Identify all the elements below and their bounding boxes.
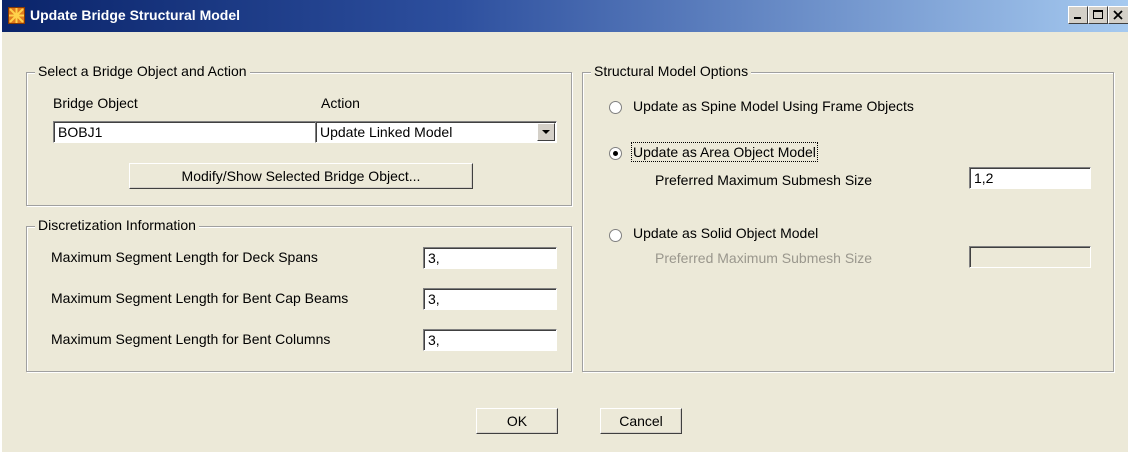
area-object-model-radio[interactable] bbox=[609, 147, 622, 160]
bent-columns-input[interactable]: 3, bbox=[423, 329, 557, 351]
action-label: Action bbox=[321, 95, 360, 111]
solid-object-model-radio[interactable] bbox=[609, 229, 622, 242]
window-title: Update Bridge Structural Model bbox=[30, 7, 241, 23]
solid-submesh-label: Preferred Maximum Submesh Size bbox=[655, 250, 873, 266]
bent-cap-beams-label: Maximum Segment Length for Bent Cap Beam… bbox=[51, 290, 349, 306]
structural-model-options-title: Structural Model Options bbox=[591, 63, 752, 79]
select-bridge-group: Select a Bridge Object and Action Bridge… bbox=[26, 63, 572, 206]
ok-button[interactable]: OK bbox=[476, 408, 558, 434]
deck-spans-label: Maximum Segment Length for Deck Spans bbox=[51, 249, 318, 265]
action-value: Update Linked Model bbox=[320, 124, 453, 140]
bridge-object-value: BOBJ1 bbox=[58, 124, 103, 140]
discretization-group-title: Discretization Information bbox=[35, 217, 199, 233]
area-submesh-label: Preferred Maximum Submesh Size bbox=[655, 172, 873, 188]
action-dropdown-button[interactable] bbox=[537, 123, 555, 141]
minimize-icon bbox=[1074, 17, 1081, 19]
discretization-group: Discretization Information Maximum Segme… bbox=[26, 217, 572, 372]
minimize-button[interactable] bbox=[1068, 6, 1088, 24]
modify-show-bridge-object-button[interactable]: Modify/Show Selected Bridge Object... bbox=[129, 163, 473, 189]
bent-columns-label: Maximum Segment Length for Bent Columns bbox=[51, 331, 331, 347]
solid-submesh-input bbox=[969, 246, 1091, 268]
deck-spans-input[interactable]: 3, bbox=[423, 247, 557, 269]
cancel-button[interactable]: Cancel bbox=[600, 408, 682, 434]
chevron-down-icon bbox=[542, 130, 550, 134]
close-icon bbox=[1113, 10, 1123, 20]
bridge-object-select[interactable]: BOBJ1 bbox=[53, 121, 337, 143]
bent-cap-beams-input[interactable]: 3, bbox=[423, 288, 557, 310]
title-bar[interactable]: Update Bridge Structural Model bbox=[2, 0, 1128, 32]
area-submesh-input[interactable]: 1,2 bbox=[969, 167, 1091, 189]
select-bridge-group-title: Select a Bridge Object and Action bbox=[35, 63, 250, 79]
action-select[interactable]: Update Linked Model bbox=[315, 121, 557, 143]
spine-model-label[interactable]: Update as Spine Model Using Frame Object… bbox=[633, 98, 914, 114]
maximize-icon bbox=[1093, 10, 1103, 19]
radio-selected-dot bbox=[613, 151, 618, 156]
area-object-model-label[interactable]: Update as Area Object Model bbox=[631, 142, 818, 162]
close-button[interactable] bbox=[1108, 6, 1128, 24]
app-icon bbox=[8, 7, 25, 24]
spine-model-radio[interactable] bbox=[609, 101, 622, 114]
solid-object-model-label[interactable]: Update as Solid Object Model bbox=[633, 225, 818, 241]
update-bridge-dialog: Update Bridge Structural Model Select a … bbox=[0, 0, 1128, 452]
bridge-object-label: Bridge Object bbox=[53, 95, 138, 111]
maximize-button[interactable] bbox=[1088, 6, 1108, 24]
structural-model-options-group: Structural Model Options Update as Spine… bbox=[582, 63, 1114, 372]
